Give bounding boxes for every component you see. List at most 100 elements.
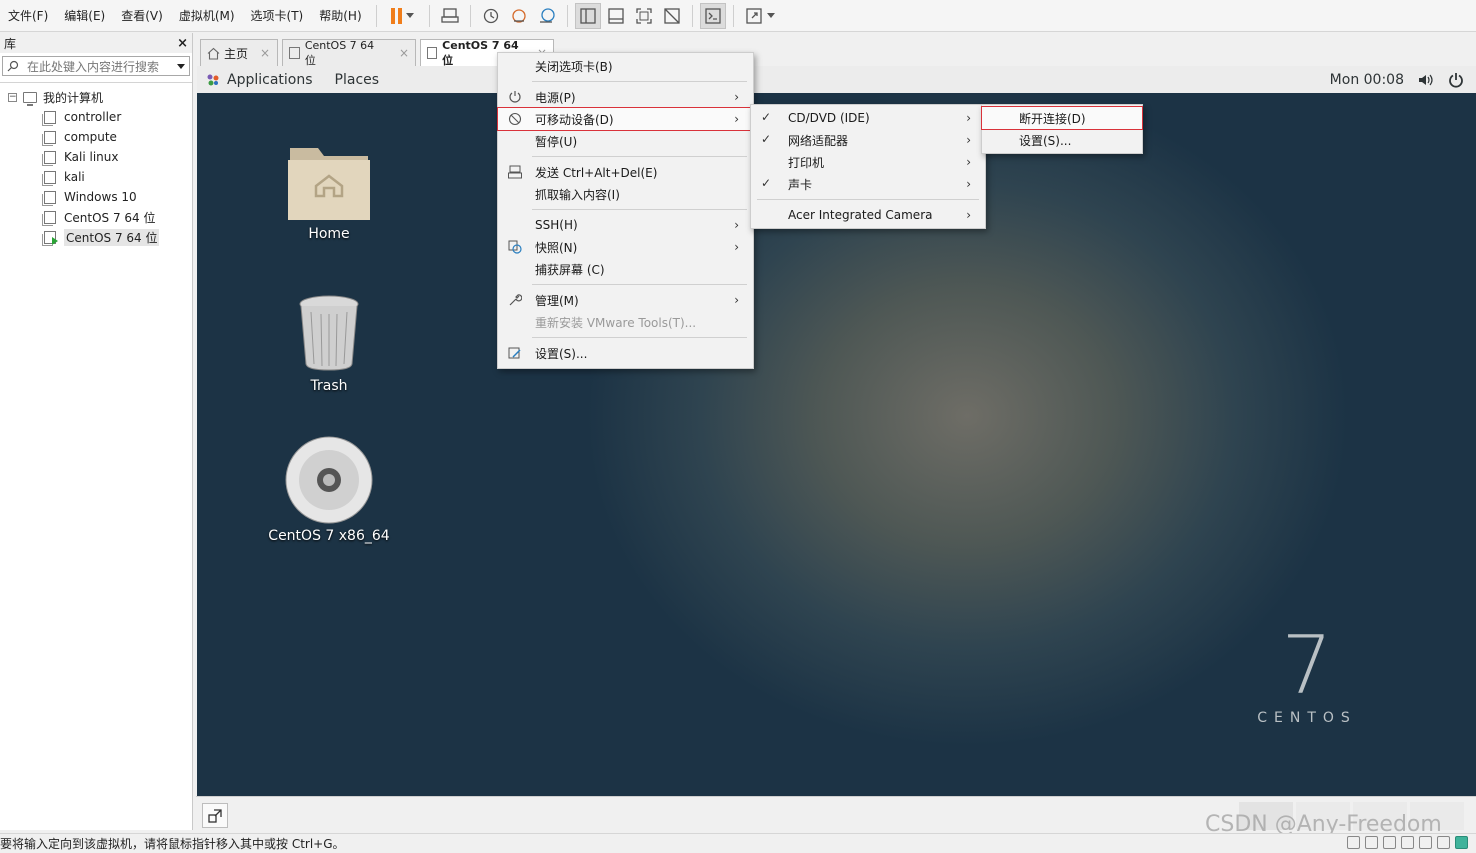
send-keys-button[interactable] (437, 3, 463, 29)
cd-icon[interactable] (1365, 836, 1378, 849)
message-icon[interactable] (1455, 836, 1468, 849)
desktop-icon-trash[interactable]: Trash (259, 294, 399, 394)
menu-send-ctrl-alt-del[interactable]: 发送 Ctrl+Alt+Del(E) (498, 161, 753, 183)
menu-vm[interactable]: 虚拟机(M) (171, 4, 243, 28)
chevron-right-icon: › (966, 133, 971, 147)
console-button[interactable] (699, 2, 726, 29)
centos-logo-number: 7 (1281, 619, 1333, 712)
sidebar-layout-icon (579, 7, 596, 24)
library-search-input[interactable]: 在此处键入内容进行搜索 (2, 56, 190, 76)
tree-item-label: Windows 10 (64, 190, 137, 204)
tree-root[interactable]: − 我的计算机 (0, 87, 192, 107)
device-status-icons (1347, 836, 1468, 849)
menu-close-tab[interactable]: 关闭选项卡(B) (498, 55, 753, 77)
menu-removable-devices[interactable]: 可移动设备(D) › (497, 107, 754, 131)
menu-item-label: 设置(S)... (535, 346, 588, 361)
menu-help[interactable]: 帮助(H) (311, 4, 369, 28)
places-menu[interactable]: Places (335, 72, 380, 88)
vm-context-menu: 关闭选项卡(B) 电源(P) › 可移动设备(D) › 暂停(U) 发送 Ctrl+… (497, 52, 754, 369)
menu-cd-settings[interactable]: 设置(S)... (982, 129, 1142, 151)
stretch-button[interactable] (741, 3, 779, 29)
menu-grab-input[interactable]: 抓取输入内容(I) (498, 183, 753, 205)
vm-tree: − 我的计算机 controller compute Kali linux ka… (0, 82, 192, 247)
thumbnail-bar-button[interactable] (603, 3, 629, 29)
tree-item-kali-linux[interactable]: Kali linux (0, 147, 192, 167)
desktop-icon-label: CentOS 7 x86_64 (268, 528, 390, 544)
restore-view-button[interactable] (202, 803, 228, 828)
tree-item-label: controller (64, 110, 122, 124)
tree-item-compute[interactable]: compute (0, 127, 192, 147)
check-icon: ✓ (761, 176, 772, 190)
menu-power[interactable]: 电源(P) › (498, 86, 753, 108)
tree-item-label: CentOS 7 64 位 (64, 210, 156, 225)
menu-sound-card[interactable]: ✓ 声卡 › (751, 173, 985, 195)
menu-tabs[interactable]: 选项卡(T) (243, 4, 312, 28)
menu-snapshot[interactable]: 快照(N) › (498, 236, 753, 258)
clock[interactable]: Mon 00:08 (1330, 72, 1404, 88)
sound-icon[interactable] (1419, 836, 1432, 849)
menu-camera[interactable]: Acer Integrated Camera › (751, 204, 985, 226)
menu-capture-screen[interactable]: 捕获屏幕 (C) (498, 258, 753, 280)
power-icon[interactable] (1448, 72, 1464, 88)
chevron-down-icon (766, 13, 775, 18)
tree-item-kali[interactable]: kali (0, 167, 192, 187)
menu-view[interactable]: 查看(V) (113, 4, 171, 28)
removable-devices-submenu: ✓ CD/DVD (IDE) › ✓ 网络适配器 › 打印机 › ✓ 声卡 › Acer In… (750, 104, 986, 229)
tree-item-centos-1[interactable]: CentOS 7 64 位 (0, 207, 192, 227)
tree-item-centos-2[interactable]: CentOS 7 64 位 (0, 227, 192, 247)
hdd-icon[interactable] (1347, 836, 1360, 849)
fullscreen-icon (635, 7, 652, 24)
menu-item-label: 管理(M) (535, 293, 579, 308)
menu-item-label: SSH(H) (535, 218, 578, 232)
home-folder-icon (288, 148, 370, 220)
snapshot-manager-button[interactable] (534, 3, 560, 29)
printer-icon[interactable] (1401, 836, 1414, 849)
collapse-icon[interactable]: − (8, 92, 17, 102)
library-close-button[interactable]: × (177, 36, 188, 51)
trash-icon (299, 295, 359, 371)
tab-home[interactable]: 主页 × (200, 39, 278, 66)
desktop-icon-home[interactable]: Home (259, 138, 399, 242)
tab-close-button[interactable]: × (260, 46, 270, 60)
unity-icon (663, 7, 680, 24)
tree-item-controller[interactable]: controller (0, 107, 192, 127)
centos-logo: 7 CENTOS (1252, 619, 1362, 727)
menu-cd-dvd[interactable]: ✓ CD/DVD (IDE) › (751, 107, 985, 129)
fullscreen-button[interactable] (631, 3, 657, 29)
menu-pause[interactable]: 暂停(U) (498, 130, 753, 152)
applications-icon (207, 74, 219, 85)
menu-edit[interactable]: 编辑(E) (56, 4, 113, 28)
settings-icon (508, 347, 521, 359)
menu-file[interactable]: 文件(F) (0, 4, 56, 28)
revert-snapshot-icon (511, 8, 526, 23)
search-placeholder: 在此处键入内容进行搜索 (27, 59, 160, 74)
menu-network-adapter[interactable]: ✓ 网络适配器 › (751, 129, 985, 151)
snapshot-manager-icon (539, 7, 555, 23)
tab-bar: 主页 × CentOS 7 64 位 × CentOS 7 64 位 × (196, 33, 1476, 67)
menu-ssh[interactable]: SSH(H) › (498, 214, 753, 236)
revert-snapshot-button[interactable] (506, 3, 532, 29)
unity-button[interactable] (659, 3, 685, 29)
menu-manage[interactable]: 管理(M) › (498, 289, 753, 311)
applications-menu[interactable]: Applications (227, 72, 313, 88)
pause-button[interactable] (384, 3, 422, 29)
volume-icon[interactable] (1418, 73, 1434, 87)
show-library-button[interactable] (574, 2, 601, 29)
tab-centos-1[interactable]: CentOS 7 64 位 × (282, 39, 416, 67)
menu-settings[interactable]: 设置(S)... (498, 342, 753, 364)
toolbar-separator (732, 4, 734, 27)
dvd-disc-icon (285, 436, 373, 524)
chevron-right-icon: › (966, 155, 971, 169)
tree-item-windows-10[interactable]: Windows 10 (0, 187, 192, 207)
camera-icon[interactable] (1437, 836, 1450, 849)
network-icon[interactable] (1383, 836, 1396, 849)
tab-close-button[interactable]: × (399, 46, 409, 60)
desktop-icon-centos-dvd[interactable]: CentOS 7 x86_64 (259, 436, 399, 544)
system-tray: Mon 00:08 (1330, 72, 1476, 88)
menu-printer[interactable]: 打印机 › (751, 151, 985, 173)
menu-disconnect[interactable]: 断开连接(D) (981, 106, 1143, 130)
chevron-down-icon[interactable] (177, 63, 185, 69)
snapshot-button[interactable] (478, 3, 504, 29)
menu-item-label: 抓取输入内容(I) (535, 187, 620, 202)
vm-icon (42, 210, 56, 226)
